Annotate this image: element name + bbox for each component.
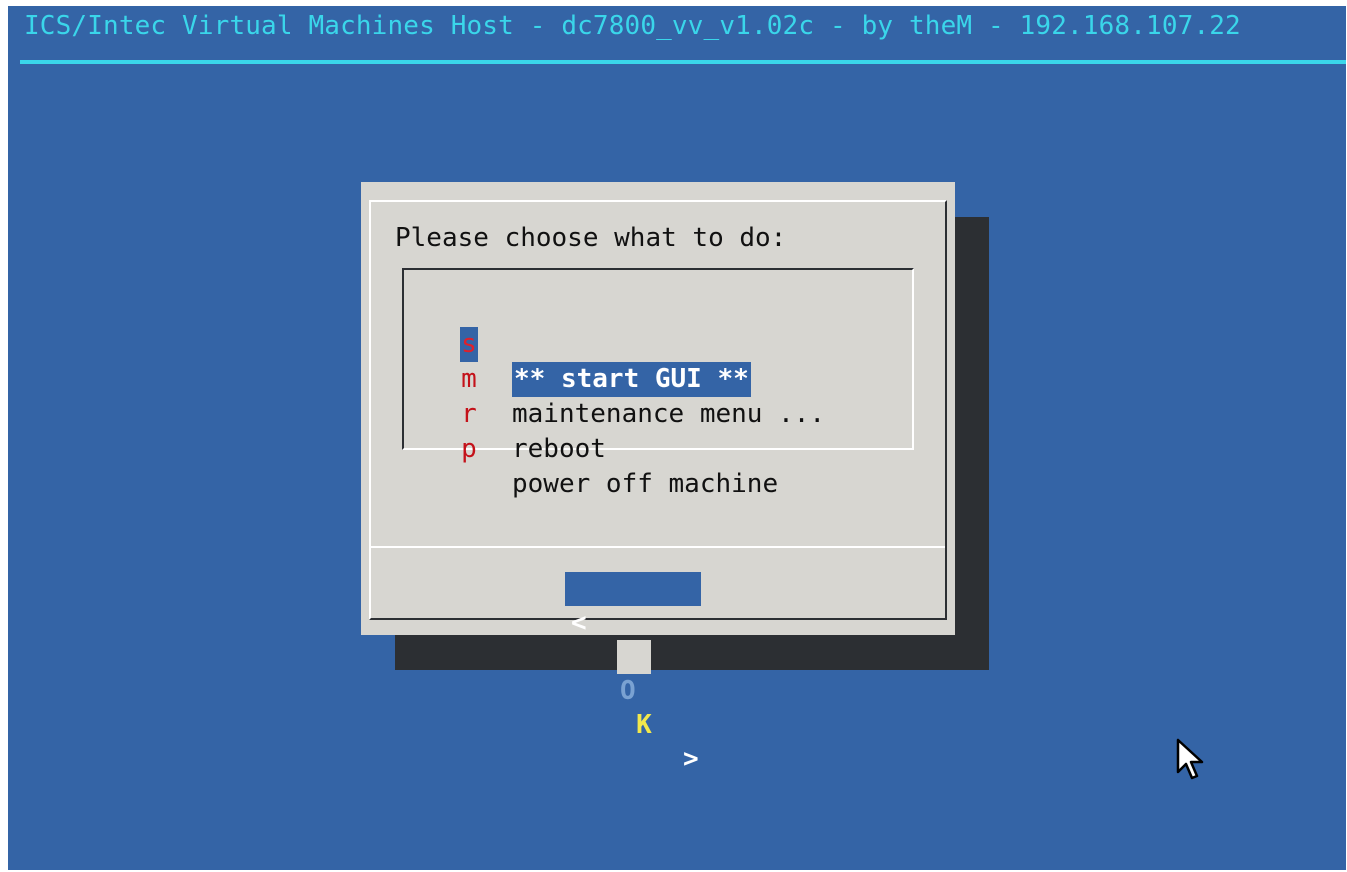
terminal-screen: ICS/Intec Virtual Machines Host - dc7800… (8, 6, 1346, 870)
backtitle: ICS/Intec Virtual Machines Host - dc7800… (24, 11, 1241, 41)
menu-item-start-gui[interactable]: s ** start GUI ** (460, 292, 751, 397)
button-bracket-left: < (571, 608, 587, 638)
button-hotkey: K (633, 708, 655, 742)
mouse-pointer-icon (1176, 738, 1204, 780)
button-separator (371, 546, 945, 548)
button-label-bg (617, 640, 651, 674)
dialog-prompt: Please choose what to do: (395, 223, 787, 253)
menu-item-hotkey: p (461, 434, 477, 464)
menu-item-label: power off machine (512, 469, 779, 499)
menu-item-reboot[interactable]: r reboot (460, 362, 606, 464)
menu-item-power-off[interactable]: p power off machine (460, 397, 778, 499)
menu-dialog: Please choose what to do: s ** start GUI… (361, 182, 955, 774)
menu-item-label: maintenance menu ... (512, 399, 826, 429)
ok-button[interactable]: < O K > (565, 572, 701, 774)
button-bracket-right: > (683, 744, 699, 774)
backtitle-underline (20, 60, 1346, 64)
menu-item-maintenance[interactable]: m maintenance menu ... (460, 327, 825, 429)
button-label-first: O (620, 676, 636, 706)
